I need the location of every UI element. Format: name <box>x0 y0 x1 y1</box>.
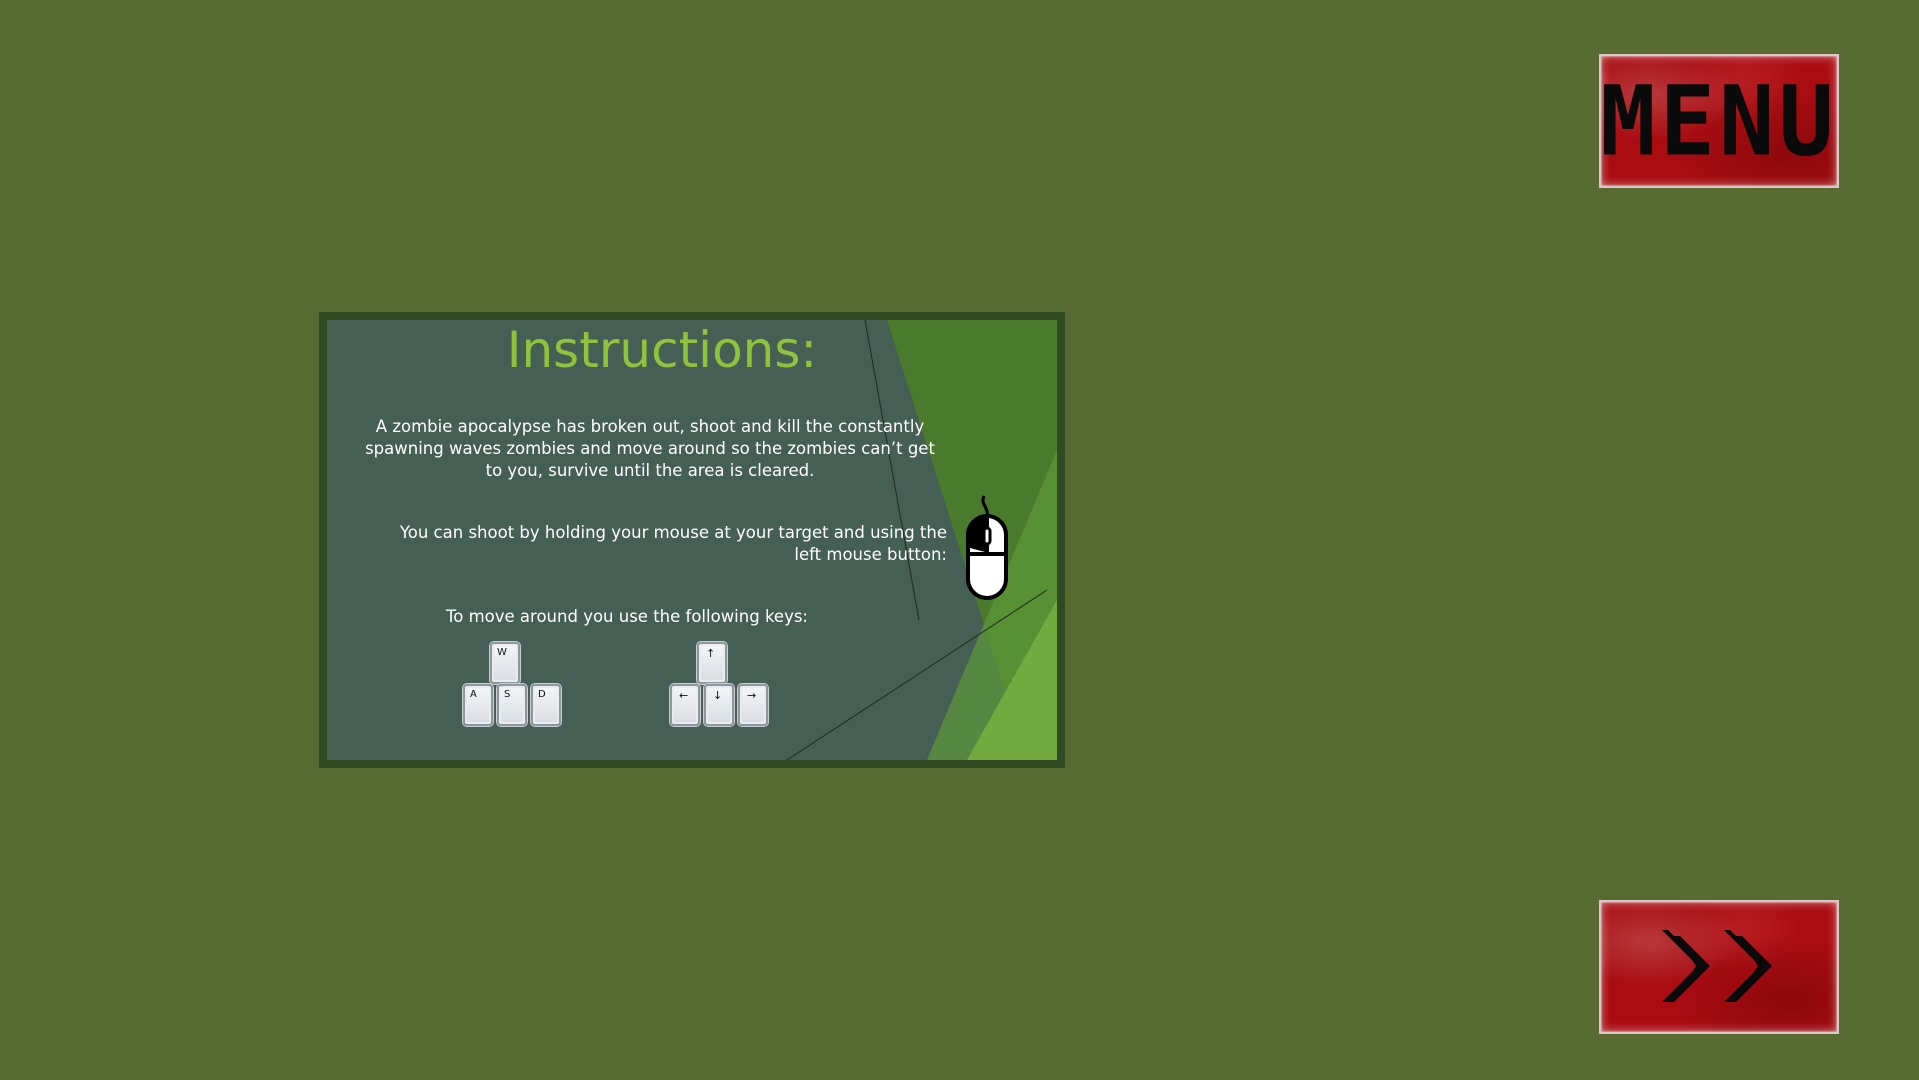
instructions-panel: Instructions: A zombie apocalypse has br… <box>319 312 1065 768</box>
key-s: S <box>497 684 527 726</box>
move-text: To move around you use the following key… <box>445 607 808 626</box>
key-arrow-right: → <box>738 684 768 726</box>
wasd-keys: W A S D <box>463 640 573 750</box>
instructions-title: Instructions: <box>506 321 818 379</box>
menu-button-label: MENU <box>1600 65 1838 178</box>
key-w: W <box>490 642 520 684</box>
shoot-text: You can shoot by holding your mouse at y… <box>399 523 947 564</box>
arrow-keys: ↑ ← ↓ → <box>670 640 780 750</box>
intro-text: A zombie apocalypse has broken out, shoo… <box>365 417 935 480</box>
key-a: A <box>463 684 493 726</box>
key-d: D <box>531 684 561 726</box>
key-arrow-up: ↑ <box>697 642 727 684</box>
key-arrow-left: ← <box>670 684 700 726</box>
instructions-panel-inner: Instructions: A zombie apocalypse has br… <box>327 320 1057 760</box>
key-arrow-down: ↓ <box>704 684 734 726</box>
menu-button[interactable]: MENU <box>1599 54 1839 188</box>
double-chevron-right-icon <box>1662 930 1772 1002</box>
next-button[interactable] <box>1599 900 1839 1034</box>
mouse-left-button-icon <box>966 495 1008 600</box>
